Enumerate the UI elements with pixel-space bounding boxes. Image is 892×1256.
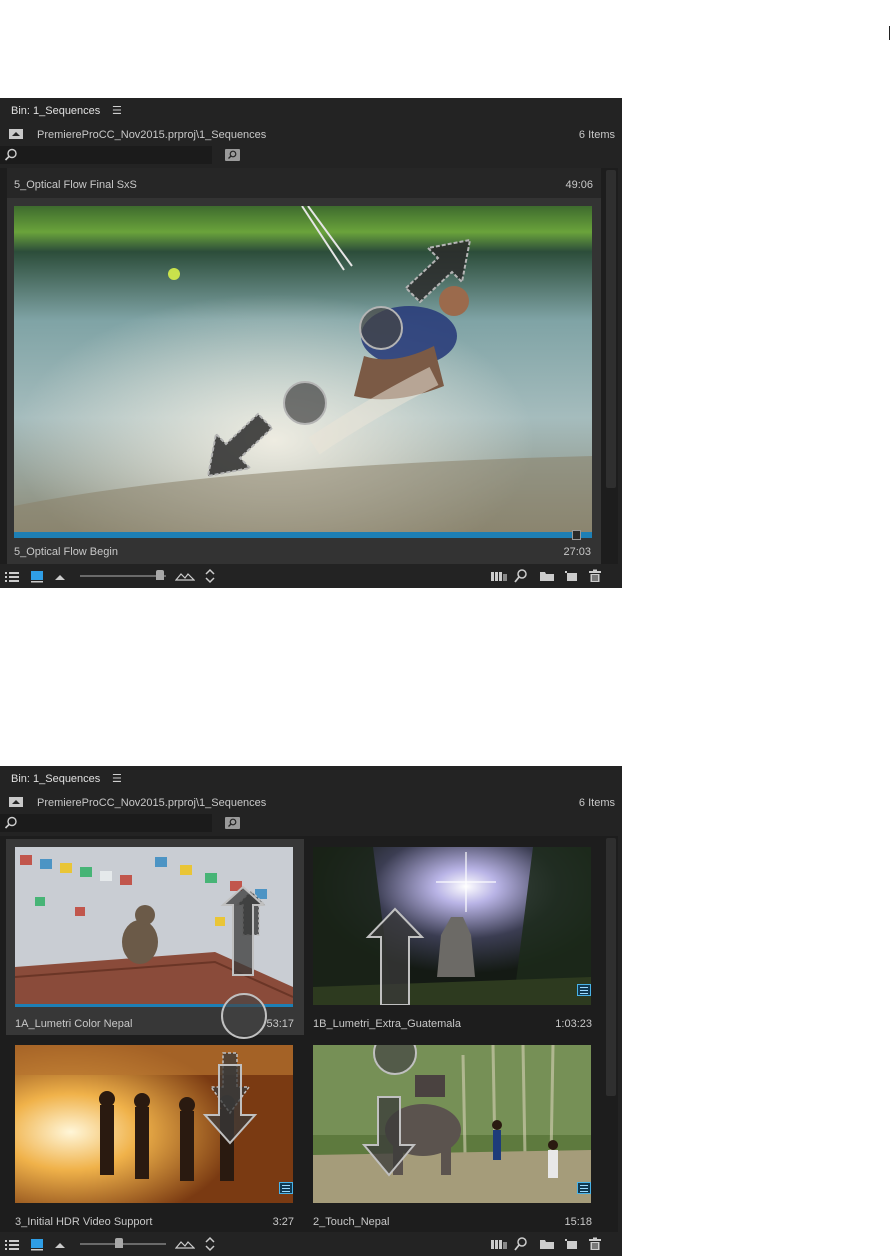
monkey-prayer-flags-thumbnail[interactable] [15,847,293,1005]
zoom-out-mountain-icon[interactable] [52,1236,68,1252]
find-icon[interactable] [513,568,529,584]
search-row [0,146,622,166]
new-bin-folder-icon[interactable] [539,568,555,584]
search-row [0,814,622,834]
items-count: 6 Items [578,797,615,809]
bin-path-bar: PremiereProCC_Nov2015.prproj\1_Sequences… [0,124,622,146]
water-skier-thumbnail[interactable] [14,206,592,532]
vertical-scrollbar[interactable] [604,168,618,564]
sequence-item-tile[interactable]: 2_Touch_Nepal 15:18 [304,1037,602,1233]
panel-menu-icon[interactable]: ☰ [112,772,122,785]
sequence-item-tile[interactable]: 1B_Lumetri_Extra_Guatemala 1:03:23 [304,839,602,1035]
sequence-name: 1B_Lumetri_Extra_Guatemala [313,1018,461,1030]
new-bin-folder-icon[interactable] [539,1236,555,1252]
search-icon [4,148,17,161]
bin-path: PremiereProCC_Nov2015.prproj\1_Sequences [37,797,267,809]
playhead-handle[interactable] [572,530,581,540]
search-icon [4,816,17,829]
find-in-bin-icon[interactable] [225,817,240,829]
bin-bottom-toolbar [0,564,622,588]
search-input[interactable] [0,814,212,832]
zoom-out-mountain-icon[interactable] [52,568,68,584]
zoom-slider-thumb[interactable] [155,570,164,580]
find-in-bin-icon[interactable] [225,149,240,161]
bin-content-area: 5_Optical Flow Final SxS 49:06 5_Optical… [0,168,604,564]
playhead-progress-bar[interactable] [14,532,592,538]
scrollbar-thumb[interactable] [606,838,616,1096]
sequence-name: 1A_Lumetri Color Nepal [15,1018,133,1030]
sequence-duration: 27:03 [563,546,591,558]
sequence-name: 2_Touch_Nepal [313,1216,390,1228]
sequence-item-tile[interactable]: 3_Initial HDR Video Support 3:27 [6,1037,304,1233]
zoom-slider-track[interactable] [80,575,166,577]
sequence-duration: 53:17 [266,1018,294,1030]
scrollbar-thumb[interactable] [606,170,616,488]
zoom-in-mountains-icon[interactable] [175,1236,195,1252]
trash-icon[interactable] [587,568,603,584]
bin-path-bar: PremiereProCC_Nov2015.prproj\1_Sequences… [0,792,622,814]
sequence-duration-top: 49:06 [565,179,593,191]
find-icon[interactable] [513,1236,529,1252]
sequence-name: 5_Optical Flow Begin [14,546,118,558]
panel-menu-icon[interactable]: ☰ [112,104,122,117]
sequence-badge-icon [577,1182,591,1194]
project-bin-panel-grid: Bin: 1_Sequences ☰ PremiereProCC_Nov2015… [0,766,622,1256]
sequence-duration: 15:18 [564,1216,592,1228]
zoom-in-mountains-icon[interactable] [175,568,195,584]
panel-tab-title[interactable]: Bin: 1_Sequences [11,105,100,117]
search-input[interactable] [0,146,212,164]
sort-icons-icon[interactable] [202,1236,218,1252]
sequence-name: 3_Initial HDR Video Support [15,1216,153,1228]
trash-icon[interactable] [587,1236,603,1252]
sort-icons-icon[interactable] [202,568,218,584]
panel-tab-title[interactable]: Bin: 1_Sequences [11,773,100,785]
new-item-icon[interactable] [563,568,579,584]
sequence-duration: 1:03:23 [555,1018,592,1030]
vertical-scrollbar[interactable] [604,836,618,1232]
sequence-badge-icon [279,1182,293,1194]
touch-point-indicator [221,993,267,1039]
sequence-badge-icon [577,984,591,996]
new-item-icon[interactable] [563,1236,579,1252]
project-bin-panel-single: Bin: 1_Sequences ☰ PremiereProCC_Nov2015… [0,98,622,588]
automate-to-sequence-icon[interactable] [490,568,508,584]
panel-tab-bar: Bin: 1_Sequences ☰ [0,766,622,792]
jungle-temple-sun-thumbnail[interactable] [313,847,591,1005]
icon-view-icon[interactable] [29,568,45,584]
elephant-forest-thumbnail[interactable] [313,1045,591,1203]
zoom-slider-thumb[interactable] [115,1238,124,1248]
bin-path: PremiereProCC_Nov2015.prproj\1_Sequences [37,129,267,141]
sequence-item-large[interactable]: 5_Optical Flow Final SxS 49:06 5_Optical… [7,168,601,564]
sequence-name-top: 5_Optical Flow Final SxS [14,179,137,191]
bin-content-area: 1A_Lumetri Color Nepal 53:17 1B_Lumetri_… [0,836,604,1232]
folder-up-icon[interactable] [9,129,23,139]
list-view-icon[interactable] [4,1236,20,1252]
thumbnail-frame: 5_Optical Flow Begin 27:03 [7,198,601,564]
icon-view-icon[interactable] [29,1236,45,1252]
musicians-fire-thumbnail[interactable] [15,1045,293,1203]
list-view-icon[interactable] [4,568,20,584]
items-count: 6 Items [578,129,615,141]
sequence-duration: 3:27 [272,1216,294,1228]
automate-to-sequence-icon[interactable] [490,1236,508,1252]
panel-tab-bar: Bin: 1_Sequences ☰ [0,98,622,124]
folder-up-icon[interactable] [9,797,23,807]
text-cursor-mark [889,26,890,40]
item-header: 5_Optical Flow Final SxS 49:06 [7,168,601,198]
bin-bottom-toolbar [0,1232,622,1256]
